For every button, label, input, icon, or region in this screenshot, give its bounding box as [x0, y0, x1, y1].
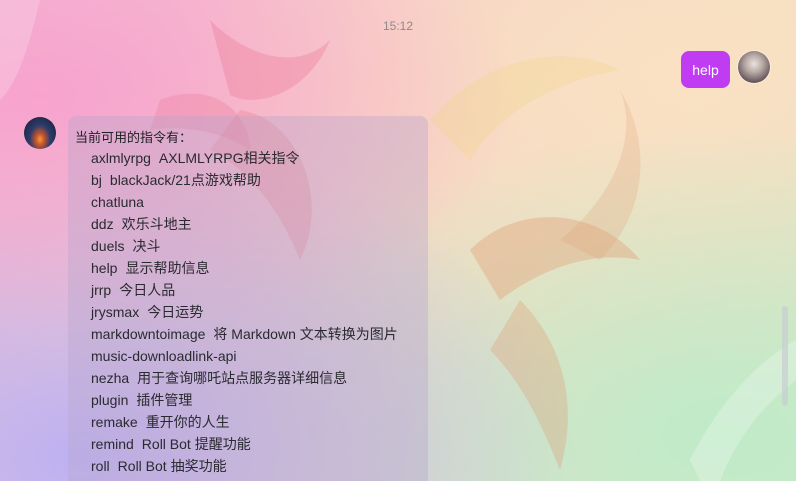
command-name: duels: [91, 238, 125, 254]
command-item-nezha: nezha 用于查询哪吒站点服务器详细信息: [91, 367, 398, 389]
command-name: jrysmax: [91, 304, 140, 320]
command-description: 今日人品: [119, 282, 176, 298]
command-description: Roll Bot 抽奖功能: [117, 458, 227, 474]
command-item-music-downloadlink-api: music-downloadlink-api: [91, 345, 398, 367]
command-item-chatluna: chatluna: [91, 191, 398, 213]
command-description: 今日运势: [147, 304, 204, 320]
command-description: 欢乐斗地主: [121, 216, 192, 232]
command-description: AXLMLYRPG相关指令: [158, 150, 300, 166]
command-item-axlmlyrpg: axlmlyrpg AXLMLYRPG相关指令: [91, 147, 398, 169]
command-item-remind: remind Roll Bot 提醒功能: [91, 433, 398, 455]
command-name: axlmlyrpg: [91, 150, 151, 166]
command-description: 插件管理: [136, 392, 193, 408]
command-item-duels: duels 决斗: [91, 235, 398, 257]
command-name: music-downloadlink-api: [91, 348, 237, 364]
scrollbar[interactable]: [782, 306, 788, 406]
command-list: axlmlyrpg AXLMLYRPG相关指令 bj blackJack/21点游戏帮…: [91, 147, 398, 477]
command-name: chatluna: [91, 194, 144, 210]
command-name: roll: [91, 458, 110, 474]
command-item-help: help 显示帮助信息: [91, 257, 398, 279]
command-item-remake: remake 重开你的人生: [91, 411, 398, 433]
command-name: markdowntoimage: [91, 326, 206, 342]
command-name: ddz: [91, 216, 114, 232]
user-avatar[interactable]: [738, 51, 770, 83]
command-item-plugin: plugin 插件管理: [91, 389, 398, 411]
command-item-jrrp: jrrp 今日人品: [91, 279, 398, 301]
command-item-bj: bj blackJack/21点游戏帮助: [91, 169, 398, 191]
command-description: 将 Markdown 文本转换为图片: [213, 326, 398, 342]
command-name: help: [91, 260, 118, 276]
command-description: 显示帮助信息: [125, 260, 210, 276]
command-item-ddz: ddz 欢乐斗地主: [91, 213, 398, 235]
bot-reply-title: 当前可用的指令有：: [75, 130, 193, 145]
message-timestamp: 15:12: [382, 19, 414, 33]
command-description: 重开你的人生: [145, 414, 230, 430]
command-name: remind: [91, 436, 134, 452]
command-item-roll: roll Roll Bot 抽奖功能: [91, 455, 398, 477]
command-description: 决斗: [132, 238, 161, 254]
command-description: 用于查询哪吒站点服务器详细信息: [137, 370, 348, 386]
command-item-jrysmax: jrysmax 今日运势: [91, 301, 398, 323]
command-name: jrrp: [91, 282, 112, 298]
command-name: bj: [91, 172, 102, 188]
command-name: remake: [91, 414, 138, 430]
command-name: nezha: [91, 370, 130, 386]
command-description: Roll Bot 提醒功能: [141, 436, 251, 452]
command-item-markdowntoimage: markdowntoimage 将 Markdown 文本转换为图片: [91, 323, 398, 345]
command-description: blackJack/21点游戏帮助: [109, 172, 261, 188]
command-name: plugin: [91, 392, 129, 408]
user-message-bubble[interactable]: help: [681, 51, 730, 88]
bot-avatar[interactable]: [24, 117, 56, 149]
